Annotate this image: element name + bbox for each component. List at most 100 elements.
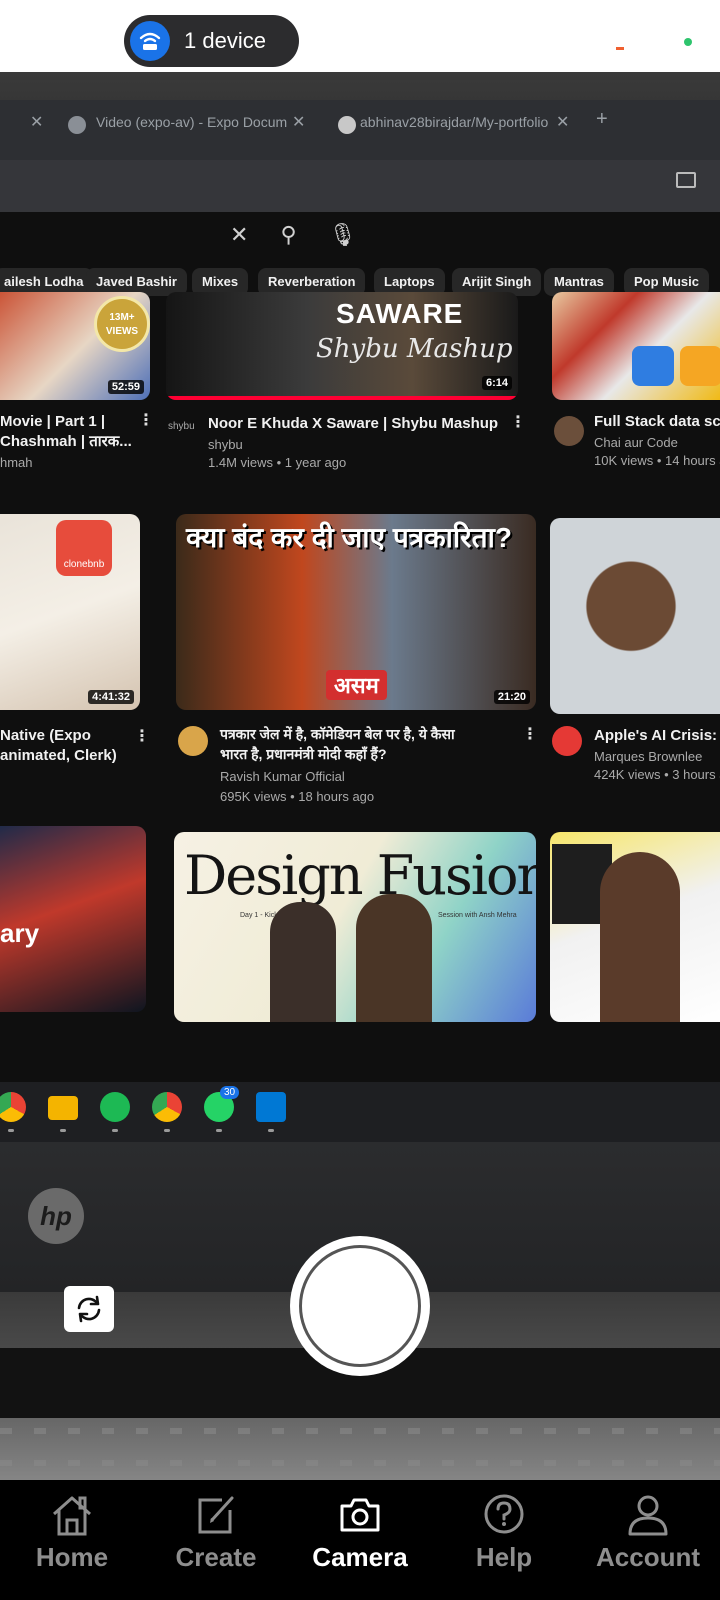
thumbnail-caption: Session with Ansh Mehra: [438, 912, 517, 919]
recording-indicator: [616, 47, 624, 50]
close-icon: ✕: [556, 114, 570, 131]
brand-logo: hp: [28, 1188, 84, 1244]
clear-icon: ✕: [230, 222, 249, 247]
presenter-photo: [356, 894, 432, 1022]
home-icon: [53, 1496, 91, 1536]
close-icon: ✕: [30, 114, 44, 131]
running-indicator: [60, 1129, 66, 1132]
thumbnail-title-text: Design Fusion: [184, 844, 536, 907]
mic-icon: 🎙︎: [328, 222, 357, 247]
video-thumbnail: Design Fusion Day 1 - Kickoff + Session …: [174, 832, 536, 1022]
vscode-icon: [256, 1092, 286, 1122]
nav-label: Home: [35, 1542, 109, 1572]
running-indicator: [112, 1129, 118, 1132]
framework-icon: [680, 346, 720, 386]
video-thumbnail: क्या बंद कर दी जाए पत्रकारिता? असम 21:20: [176, 514, 536, 710]
key-row: [0, 1428, 720, 1434]
nav-camera[interactable]: Camera: [288, 1480, 432, 1600]
thumbnail-badge-text: असम: [326, 670, 387, 700]
video-thumbnail: [550, 518, 720, 714]
thumbnail-subtitle-text: Shybu Mashup: [316, 334, 513, 364]
connected-devices-pill[interactable]: 1 device: [124, 15, 299, 67]
browser-tab-label: Video (expo-av) - Expo Docum: [96, 114, 288, 130]
shutter-button[interactable]: [290, 1236, 430, 1376]
help-icon: [484, 1494, 524, 1534]
video-title: भारत है, प्रधानमंत्री मोदी कहाँ हैं?: [220, 746, 387, 762]
browser-tab-label: abhinav28birajdar/My-portfolio: [360, 114, 549, 130]
globe-icon: [68, 116, 86, 134]
channel-avatar: [552, 726, 582, 756]
duration-badge: 6:14: [481, 376, 512, 390]
camera-in-use-indicator: [684, 38, 692, 46]
video-thumbnail: [552, 292, 720, 400]
thumbnail-title-text: क्या बंद कर दी जाए पत्रकारिता?: [186, 522, 512, 553]
video-thumbnail: [550, 832, 720, 1022]
running-indicator: [164, 1129, 170, 1132]
more-icon: ⋮: [522, 726, 538, 743]
flip-camera-icon: [77, 1295, 101, 1323]
search-icon: ⚲: [280, 222, 297, 247]
channel-avatar: shybu: [168, 421, 195, 432]
video-channel: Chai aur Code: [594, 435, 678, 450]
create-icon: [198, 1496, 234, 1534]
thumbnail-title-text: SAWARE: [336, 298, 464, 329]
notification-badge: 30: [220, 1086, 240, 1099]
browser-toolbar: [0, 160, 720, 212]
cast-icon: [676, 172, 696, 188]
chrome-icon: [0, 1092, 26, 1122]
chrome-icon: [152, 1092, 182, 1122]
thumbnail-title-text: ary: [0, 918, 40, 948]
flip-camera-button[interactable]: [64, 1286, 114, 1332]
video-title: Native (Expo: [0, 727, 91, 744]
video-stats: 10K views • 14 hours a: [594, 453, 720, 468]
nav-create[interactable]: Create: [144, 1480, 288, 1600]
account-icon: [628, 1495, 668, 1536]
camera-icon: [340, 1498, 380, 1532]
files-icon: [48, 1096, 78, 1120]
framework-icon: [632, 346, 674, 386]
running-indicator: [8, 1129, 14, 1132]
video-title: Chashmah | तारक...: [0, 433, 132, 450]
bottom-navigation: Home Create Camera Help Account: [0, 1480, 720, 1600]
connected-devices-label: 1 device: [184, 28, 266, 53]
nav-label: Help: [475, 1542, 533, 1572]
new-tab-icon: +: [596, 108, 608, 130]
shutter-icon: [299, 1245, 421, 1367]
wifi-router-icon: [130, 21, 170, 61]
nav-help[interactable]: Help: [432, 1480, 576, 1600]
video-title: Full Stack data scie: [594, 413, 720, 430]
os-taskbar: 30: [0, 1082, 720, 1142]
video-title: Apple's AI Crisis: Ex: [594, 727, 720, 744]
search-toolbar: ✕ ⚲ 🎙︎: [230, 222, 357, 248]
nav-account[interactable]: Account: [576, 1480, 720, 1600]
nav-label: Account: [596, 1542, 700, 1572]
video-channel: hmah: [0, 455, 33, 470]
video-thumbnail: clonebnb 4:41:32: [0, 514, 140, 710]
running-indicator: [216, 1129, 222, 1132]
channel-avatar: [178, 726, 208, 756]
status-bar: 1 device: [0, 0, 720, 72]
github-icon: [338, 116, 356, 134]
video-title: Movie | Part 1 |: [0, 413, 106, 430]
views-badge: 13M+ VIEWS: [94, 296, 150, 352]
key-row: [0, 1460, 720, 1466]
browser-tab-strip: ✕ Video (expo-av) - Expo Docum ✕ abhinav…: [0, 100, 720, 160]
video-title: पत्रकार जेल में है, कॉमेडियन बेल पर है, …: [220, 726, 455, 742]
duration-badge: 21:20: [493, 690, 530, 704]
video-title: animated, Clerk): [0, 747, 117, 764]
youtube-page: ✕ ⚲ 🎙︎ ailesh Lodha Javed Bashir Mixes R…: [0, 212, 720, 1082]
nav-home[interactable]: Home: [0, 1480, 144, 1600]
nav-label: Create: [175, 1542, 257, 1572]
app-logo: clonebnb: [56, 520, 112, 576]
video-thumbnail: SAWARE Shybu Mashup 6:14: [166, 292, 518, 400]
spotify-icon: [100, 1092, 130, 1122]
video-channel: shybu: [208, 437, 243, 452]
video-stats: 424K views • 3 hours a: [594, 767, 720, 782]
nav-label: Camera: [312, 1542, 408, 1572]
video-channel: Marques Brownlee: [594, 749, 703, 764]
whatsapp-icon: 30: [204, 1086, 240, 1122]
more-icon: ⋮: [510, 414, 526, 431]
duration-badge: 4:41:32: [88, 690, 134, 704]
running-indicator: [268, 1129, 274, 1132]
video-stats: 1.4M views • 1 year ago: [208, 455, 347, 470]
